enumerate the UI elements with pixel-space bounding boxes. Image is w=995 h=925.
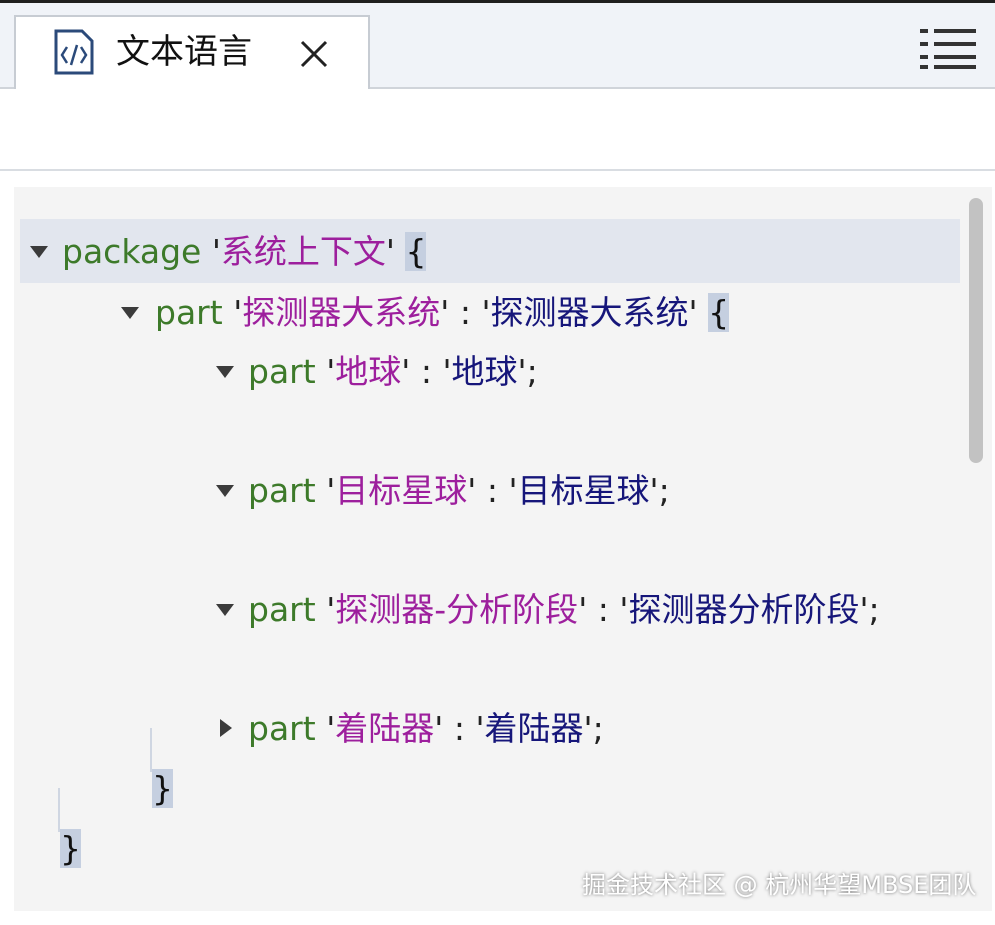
indent-guide bbox=[58, 788, 60, 832]
fold-toggle-part-probe-analysis[interactable] bbox=[216, 604, 234, 616]
code-line-part-lander: part '着陆器' : '着陆器'; bbox=[248, 709, 604, 748]
fold-toggle-part-target-planet[interactable] bbox=[216, 485, 234, 497]
code-line-part-target-planet: part '目标星球' : '目标星球'; bbox=[248, 471, 670, 510]
vertical-scrollbar[interactable] bbox=[969, 198, 983, 463]
watermark: 掘金技术社区 @ 杭州华望MBSE团队 bbox=[582, 871, 977, 899]
code-line-part-earth: part '地球' : '地球'; bbox=[248, 352, 538, 391]
code-line-package: package '系统上下文' { bbox=[62, 232, 427, 271]
tab-label: 文本语言 bbox=[116, 32, 252, 72]
code-line-close-outer: } bbox=[60, 829, 81, 868]
code-line-part-system: part '探测器大系统' : '探测器大系统' { bbox=[155, 293, 730, 332]
code-line-close-inner: } bbox=[152, 769, 173, 808]
fold-toggle-part-system[interactable] bbox=[121, 307, 139, 319]
fold-toggle-part-earth[interactable] bbox=[216, 366, 234, 378]
close-icon[interactable] bbox=[299, 39, 329, 69]
hamburger-menu-icon[interactable] bbox=[920, 27, 976, 69]
toolbar-area bbox=[0, 89, 995, 171]
indent-guide bbox=[150, 728, 152, 772]
tab-text-language[interactable]: 文本语言 bbox=[14, 15, 370, 89]
code-line-part-probe-analysis: part '探测器-分析阶段' : '探测器分析阶段'; bbox=[248, 590, 880, 629]
fold-toggle-part-lander[interactable] bbox=[220, 719, 232, 737]
code-file-icon bbox=[54, 29, 94, 75]
tab-bar: 文本语言 bbox=[0, 3, 995, 89]
fold-toggle-package[interactable] bbox=[30, 246, 48, 258]
